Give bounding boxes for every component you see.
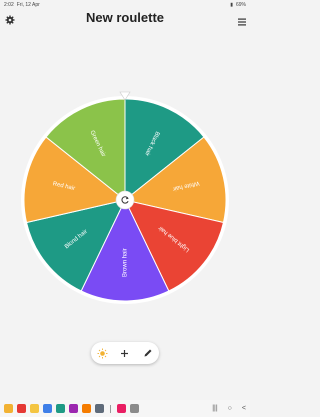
menu-button[interactable] — [238, 13, 246, 26]
wheel-segment[interactable] — [123, 136, 227, 224]
settings-app-icon[interactable] — [95, 404, 104, 413]
teal-app-icon[interactable] — [56, 404, 65, 413]
gallery-app-icon[interactable] — [4, 404, 13, 413]
status-date: Fri, 12 Apr — [16, 2, 40, 8]
refresh-icon — [121, 196, 129, 204]
recent-apps-icon[interactable]: ||| — [212, 405, 217, 412]
wheel-segment[interactable] — [45, 98, 126, 202]
plus-icon — [121, 349, 129, 357]
theme-button[interactable] — [95, 346, 109, 360]
wheel-segment-label: Green hair — [88, 130, 106, 158]
pink-app-icon[interactable] — [117, 404, 126, 413]
pointer-triangle-icon — [119, 91, 131, 101]
edit-button[interactable] — [141, 346, 155, 360]
wheel-segment-label: Black hair — [143, 130, 160, 156]
wheel-segment[interactable] — [80, 198, 170, 302]
taskbar-divider — [110, 404, 111, 413]
back-icon[interactable]: < — [242, 405, 246, 412]
add-button[interactable] — [118, 346, 132, 360]
refresh-arrow-icon — [126, 196, 129, 200]
header: New roulette — [0, 10, 250, 32]
wheel-segment[interactable] — [23, 136, 127, 224]
home-icon[interactable]: ○ — [228, 405, 232, 412]
blue-app-icon[interactable] — [43, 404, 52, 413]
sun-icon — [97, 348, 108, 358]
system-taskbar: ||| ○ < — [0, 400, 250, 417]
status-bar: 2:02 Fri, 12 Apr ▮ 69% — [0, 0, 250, 10]
spin-button[interactable] — [115, 190, 135, 210]
wheel-segment-label: Red hair — [52, 181, 75, 192]
bottom-toolbar — [91, 342, 159, 364]
red-app-icon[interactable] — [17, 404, 26, 413]
taskbar-apps — [4, 404, 139, 413]
orange-app-icon[interactable] — [82, 404, 91, 413]
wheel-rim — [21, 96, 229, 304]
battery-icon: ▮ — [230, 2, 233, 8]
status-time: 2:02 — [4, 2, 14, 8]
pencil-icon — [144, 349, 152, 357]
navigation-buttons: ||| ○ < — [212, 405, 246, 412]
page-title: New roulette — [85, 10, 164, 25]
hamburger-menu-icon — [238, 18, 246, 26]
purple-app-icon[interactable] — [69, 404, 78, 413]
wheel-segment-label: Blond hair — [64, 229, 89, 251]
wheel-segment[interactable] — [124, 98, 205, 202]
gray-app-icon[interactable] — [130, 404, 139, 413]
wheel-segment-label: White hair — [172, 180, 200, 192]
status-battery: 69% — [235, 2, 246, 8]
wheel-segment[interactable] — [124, 199, 225, 292]
wheel-segment-label: Light blue hair — [158, 224, 191, 252]
wheel-segment-label: Brown hair — [123, 248, 129, 277]
keep-app-icon[interactable] — [30, 404, 39, 413]
wheel-segment[interactable] — [25, 199, 126, 292]
